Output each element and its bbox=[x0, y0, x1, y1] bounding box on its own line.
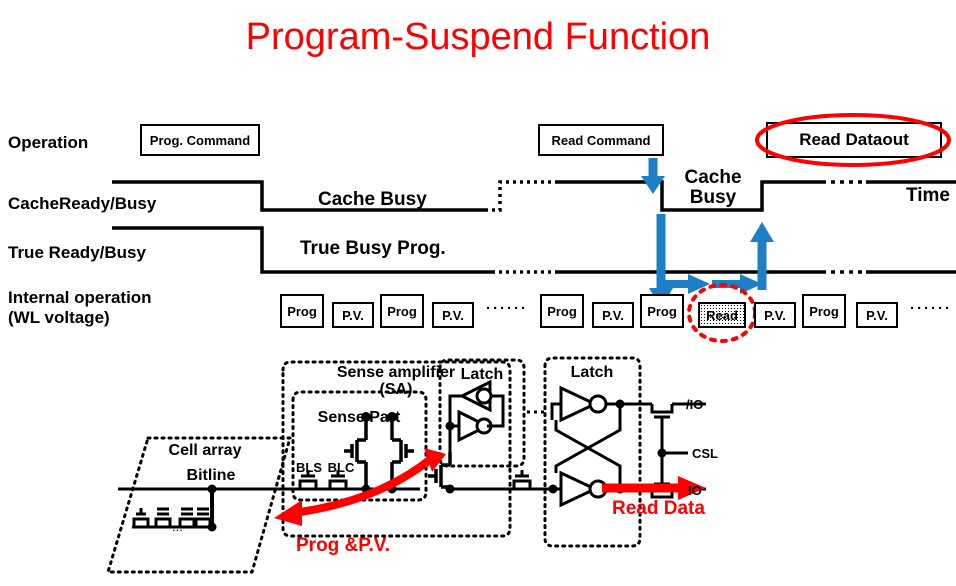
block-label-latch-2: Latch bbox=[570, 364, 614, 381]
block-label-cell-array: Cell array bbox=[168, 442, 242, 459]
signal-label-csl: CSL bbox=[692, 446, 718, 461]
signal-label-io-bar: /IO bbox=[686, 397, 704, 412]
block-label-sense-part: Sense Part bbox=[317, 409, 401, 426]
signal-label-blc: BLC bbox=[327, 460, 355, 475]
svg-text:...: ... bbox=[172, 519, 183, 534]
circuit-diagram: ... bbox=[105, 356, 706, 574]
annotation-prog-pv: Prog &P.V. bbox=[296, 535, 390, 556]
block-label-latch-1: Latch bbox=[460, 366, 504, 383]
slide-root: Program-Suspend Function Operation Cache… bbox=[0, 0, 956, 586]
annotation-read-data: Read Data bbox=[612, 498, 705, 519]
signal-label-io: IO bbox=[688, 483, 702, 498]
signal-label-bitline: Bitline bbox=[186, 467, 236, 484]
